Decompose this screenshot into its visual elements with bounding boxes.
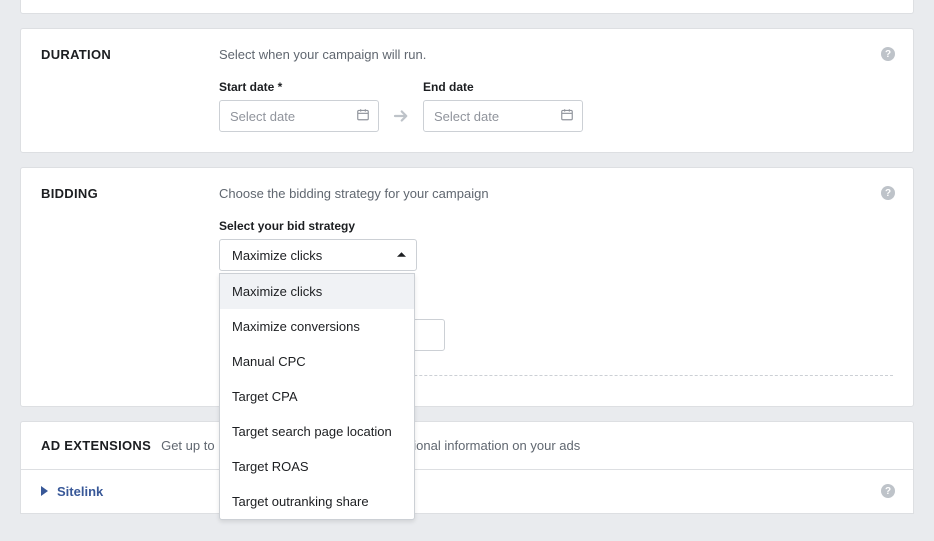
- calendar-icon: [560, 108, 574, 125]
- bid-option-target-search-page[interactable]: Target search page location: [220, 414, 414, 449]
- bid-strategy-selected: Maximize clicks: [232, 248, 322, 263]
- bid-option-maximize-conversions[interactable]: Maximize conversions: [220, 309, 414, 344]
- bidding-title: BIDDING: [41, 186, 219, 376]
- duration-title: DURATION: [41, 47, 219, 132]
- bidding-desc: Choose the bidding strategy for your cam…: [219, 186, 893, 201]
- start-date-placeholder: Select date: [230, 109, 295, 124]
- bid-strategy-label: Select your bid strategy: [219, 219, 893, 233]
- end-date-input[interactable]: Select date: [423, 100, 583, 132]
- duration-card: ? DURATION Select when your campaign wil…: [20, 28, 914, 153]
- start-date-input[interactable]: Select date: [219, 100, 379, 132]
- bid-option-manual-cpc[interactable]: Manual CPC: [220, 344, 414, 379]
- help-icon[interactable]: ?: [881, 484, 895, 498]
- bid-option-target-outranking[interactable]: Target outranking share: [220, 484, 414, 519]
- arrow-right-icon: [389, 100, 413, 132]
- bid-option-target-roas[interactable]: Target ROAS: [220, 449, 414, 484]
- help-icon[interactable]: ?: [881, 47, 895, 61]
- bidding-card: ? BIDDING Choose the bidding strategy fo…: [20, 167, 914, 407]
- end-date-placeholder: Select date: [434, 109, 499, 124]
- sitelink-row[interactable]: Sitelink ?: [21, 470, 913, 513]
- sitelink-label: Sitelink: [57, 484, 103, 499]
- caret-up-icon: [397, 248, 406, 263]
- bid-option-target-cpa[interactable]: Target CPA: [220, 379, 414, 414]
- end-date-label: End date: [423, 80, 583, 94]
- help-icon[interactable]: ?: [881, 186, 895, 200]
- previous-card-edge: [20, 0, 914, 14]
- start-date-label: Start date *: [219, 80, 379, 94]
- bid-option-maximize-clicks[interactable]: Maximize clicks: [220, 274, 414, 309]
- bid-strategy-select[interactable]: Maximize clicks: [219, 239, 417, 271]
- calendar-icon: [356, 108, 370, 125]
- chevron-right-icon: [41, 484, 49, 499]
- ad-extensions-card: AD EXTENSIONS Get up to 15% more clicks …: [20, 421, 914, 514]
- ad-extensions-title: AD EXTENSIONS: [41, 438, 151, 453]
- bid-strategy-dropdown: Maximize clicks Maximize conversions Man…: [219, 273, 415, 520]
- duration-desc: Select when your campaign will run.: [219, 47, 893, 62]
